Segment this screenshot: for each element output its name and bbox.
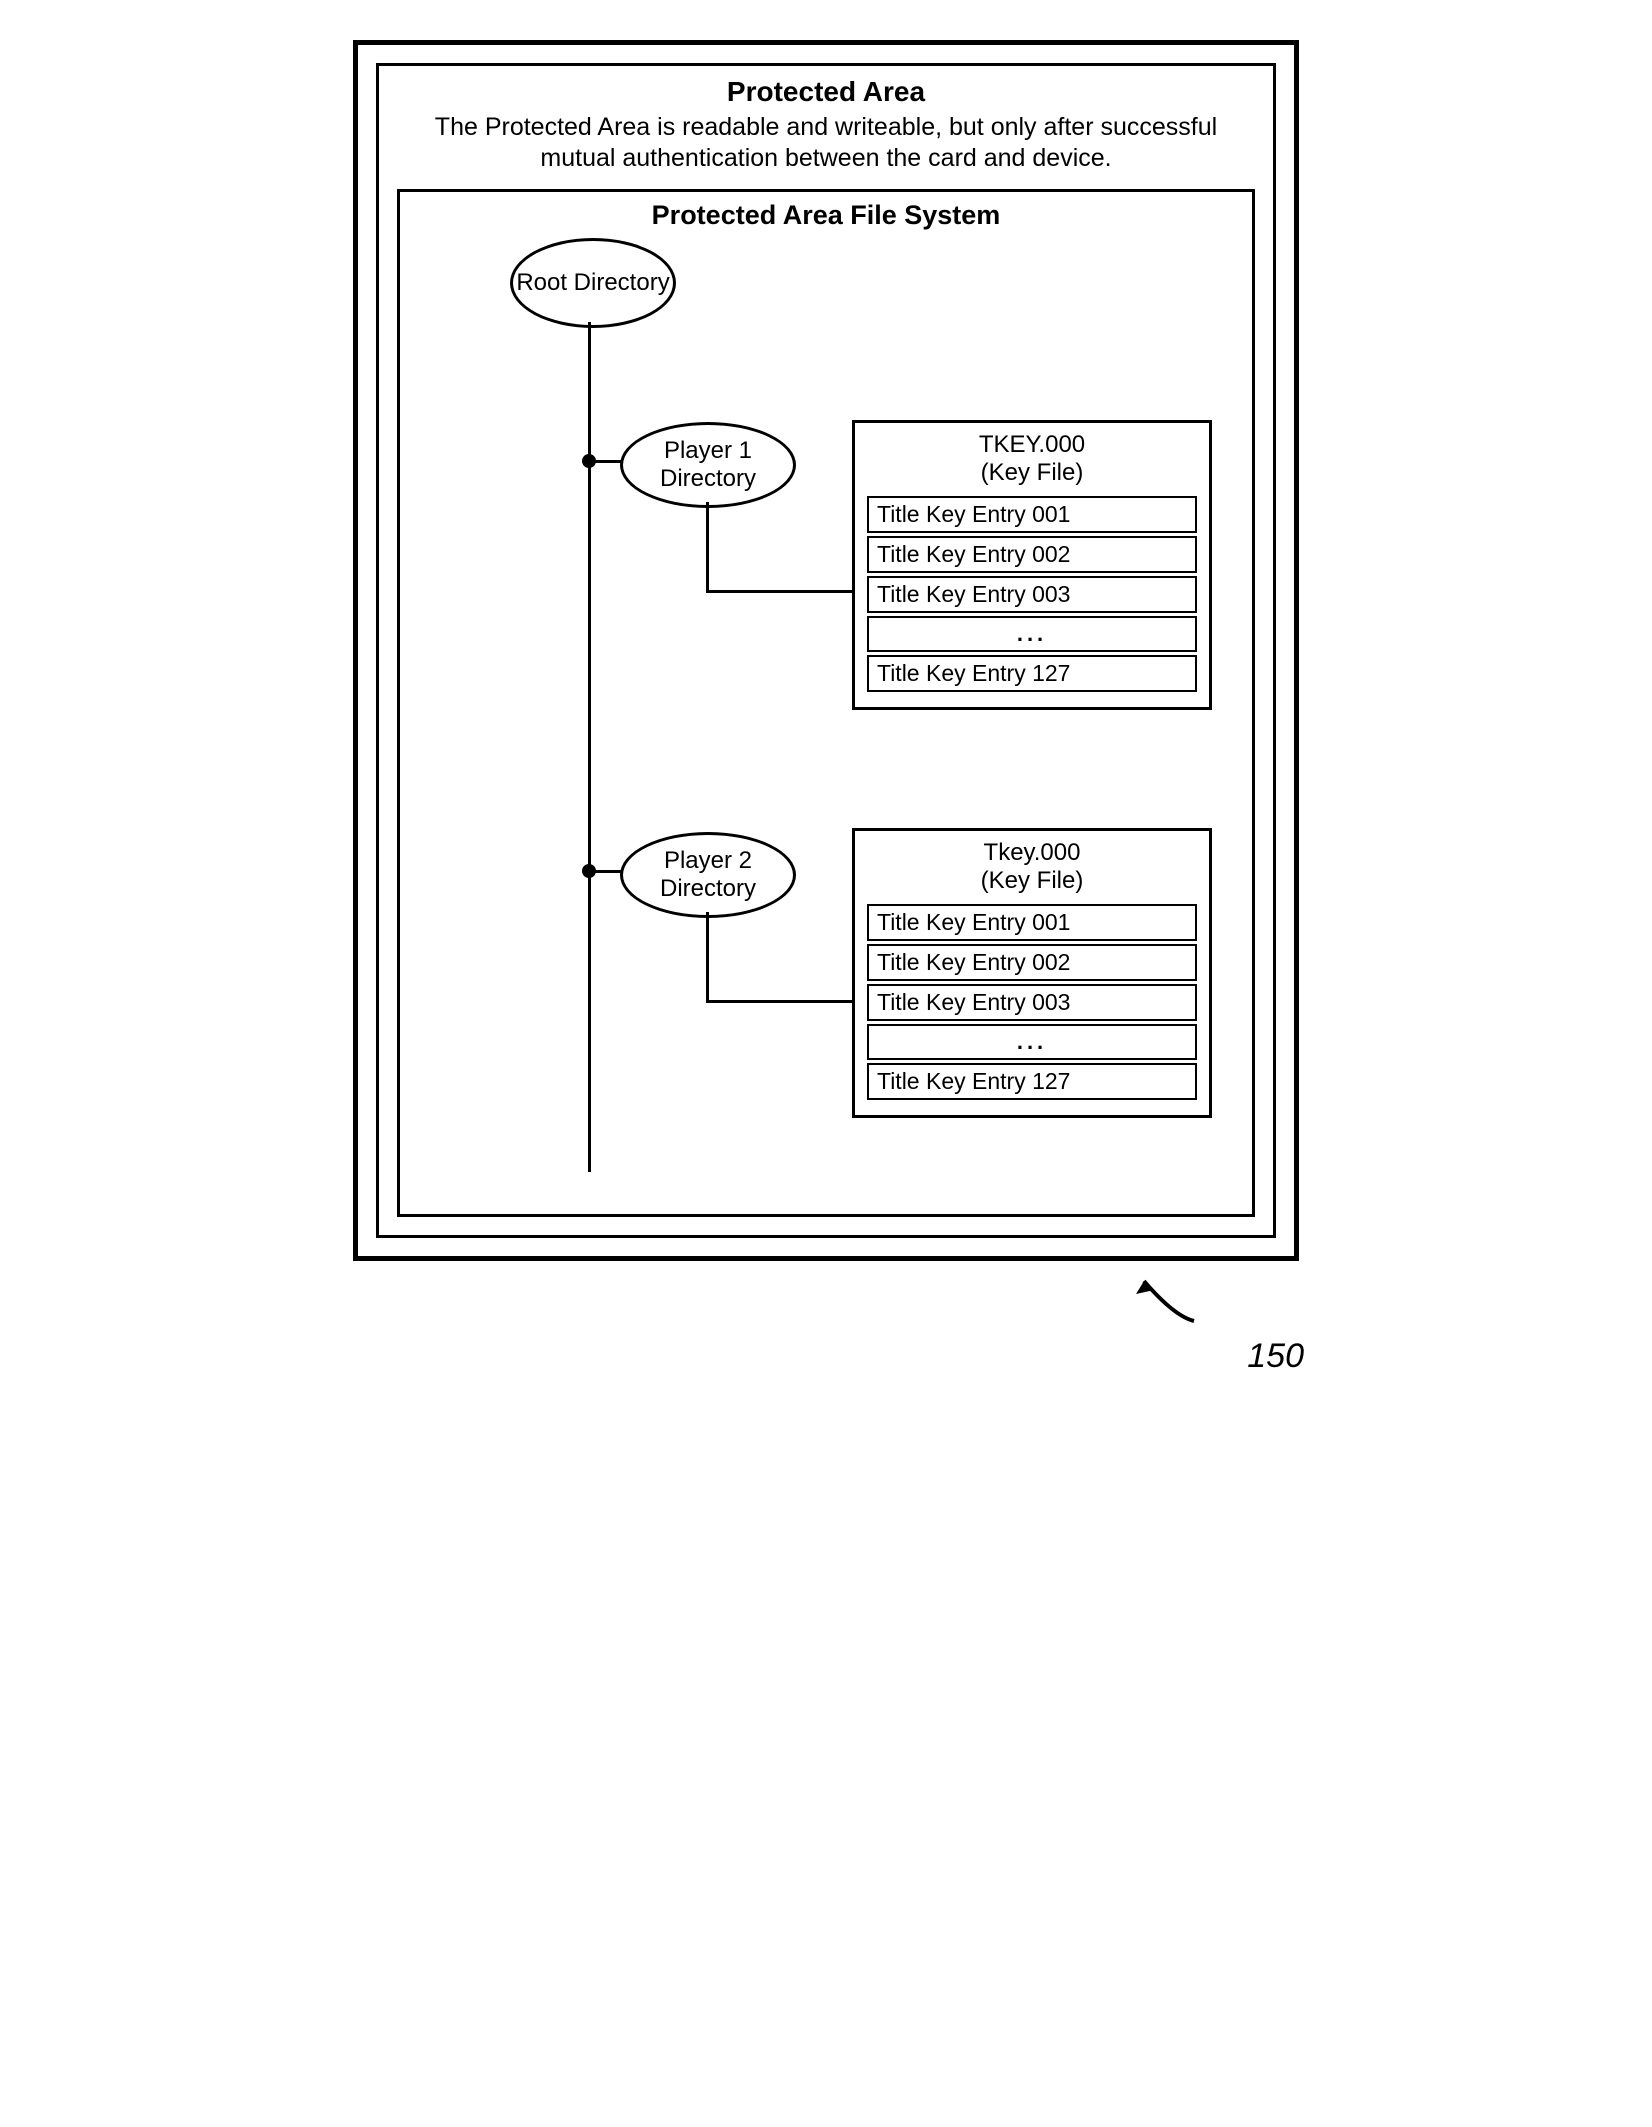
figure-reference-number: 150: [1247, 1337, 1304, 1376]
file-system-title: Protected Area File System: [414, 200, 1238, 231]
title-key-entry: Title Key Entry 001: [867, 904, 1197, 941]
tree-connector: [588, 870, 622, 873]
root-directory-node: Root Directory: [510, 238, 676, 328]
player1-keyfile-box: TKEY.000 (Key File) Title Key Entry 001 …: [852, 420, 1212, 711]
title-key-entry: Title Key Entry 127: [867, 655, 1197, 692]
outer-frame: Protected Area The Protected Area is rea…: [353, 40, 1299, 1261]
player2-directory-label: Player 2 Directory: [623, 847, 793, 902]
title-key-entry: Title Key Entry 001: [867, 496, 1197, 533]
tree-connector: [706, 1000, 852, 1003]
protected-area-box: Protected Area The Protected Area is rea…: [376, 63, 1276, 1238]
title-key-entry: Title Key Entry 003: [867, 984, 1197, 1021]
tree-main-line: [588, 322, 591, 1172]
tree-sub-line: [706, 502, 709, 592]
keyfile-name: Tkey.000: [984, 839, 1081, 866]
title-key-entry-ellipsis: ...: [867, 616, 1197, 652]
file-system-box: Protected Area File System Root Director…: [397, 189, 1255, 1217]
player1-directory-label: Player 1 Directory: [623, 437, 793, 492]
tree-connector: [588, 460, 622, 463]
keyfile-header: Tkey.000 (Key File): [867, 839, 1197, 897]
player1-directory-node: Player 1 Directory: [620, 422, 796, 508]
root-directory-label: Root Directory: [516, 269, 669, 297]
protected-area-title: Protected Area: [397, 76, 1255, 108]
keyfile-sub: (Key File): [981, 867, 1084, 894]
title-key-entry: Title Key Entry 002: [867, 536, 1197, 573]
title-key-entry: Title Key Entry 127: [867, 1063, 1197, 1100]
player2-directory-node: Player 2 Directory: [620, 832, 796, 918]
title-key-entry-ellipsis: ...: [867, 1024, 1197, 1060]
title-key-entry: Title Key Entry 003: [867, 576, 1197, 613]
tree-sub-line: [706, 912, 709, 1002]
reference-arrow-icon: [1124, 1266, 1214, 1336]
tree-connector: [706, 590, 852, 593]
keyfile-sub: (Key File): [981, 459, 1084, 486]
protected-area-description: The Protected Area is readable and write…: [397, 112, 1255, 175]
keyfile-name: TKEY.000: [979, 431, 1085, 458]
title-key-entry: Title Key Entry 002: [867, 944, 1197, 981]
keyfile-header: TKEY.000 (Key File): [867, 431, 1197, 489]
player2-keyfile-box: Tkey.000 (Key File) Title Key Entry 001 …: [852, 828, 1212, 1119]
